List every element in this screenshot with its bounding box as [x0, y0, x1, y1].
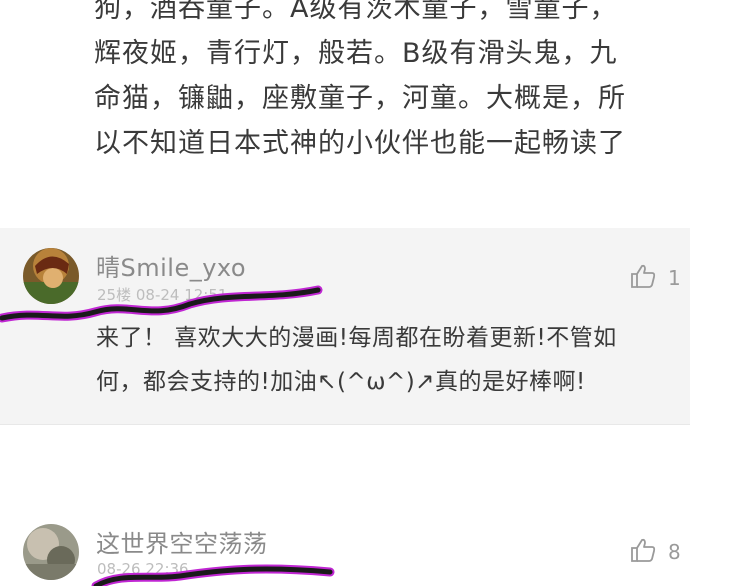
like-count: 8 — [668, 540, 681, 564]
comment-username[interactable]: 这世界空空荡荡 — [96, 524, 268, 559]
post-line: 狗，酒吞童子。A级有茨木童子，雪童子， — [94, 0, 618, 24]
post-line: 以不知道日本式神的小伙伴也能一起畅读了 — [94, 128, 626, 159]
comment-text-line: 何，都会支持的!加油↖(^ω^)↗真的是好棒啊! — [96, 369, 586, 395]
post-line: 辉夜姬，青行灯，般若。B级有滑头鬼，九 — [94, 38, 618, 69]
like-button[interactable]: 1 — [630, 264, 681, 292]
comment-text-line: 来了！ 喜欢大大的漫画!每周都在盼着更新!不管如 — [96, 325, 617, 351]
comment-meta: 25楼 08-24 12:51 — [97, 286, 228, 304]
post-body: 狗，酒吞童子。A级有茨木童子，雪童子， 辉夜姬，青行灯，般若。B级有滑头鬼，九 … — [94, 0, 704, 166]
comment-meta: 08-26 22:36 — [97, 560, 189, 578]
comment-username[interactable]: 晴Smile_yxo — [96, 248, 246, 283]
post-line: 命猫，镰鼬，座敷童子，河童。大概是，所 — [94, 83, 626, 114]
like-count: 1 — [668, 266, 681, 290]
thumbs-up-icon — [630, 538, 656, 567]
avatar[interactable] — [23, 524, 79, 580]
comment-text: 来了！ 喜欢大大的漫画!每周都在盼着更新!不管如 何，都会支持的!加油↖(^ω^… — [96, 316, 686, 404]
avatar[interactable] — [23, 248, 79, 304]
comment-page: 狗，酒吞童子。A级有茨木童子，雪童子， 辉夜姬，青行灯，般若。B级有滑头鬼，九 … — [0, 0, 750, 586]
comment-item: 晴Smile_yxo 25楼 08-24 12:51 1 来了！ 喜欢大大的漫画… — [0, 228, 690, 425]
comment-item: 这世界空空荡荡 08-26 22:36 8 — [0, 508, 690, 586]
like-button[interactable]: 8 — [630, 538, 681, 566]
thumbs-up-icon — [630, 264, 656, 293]
